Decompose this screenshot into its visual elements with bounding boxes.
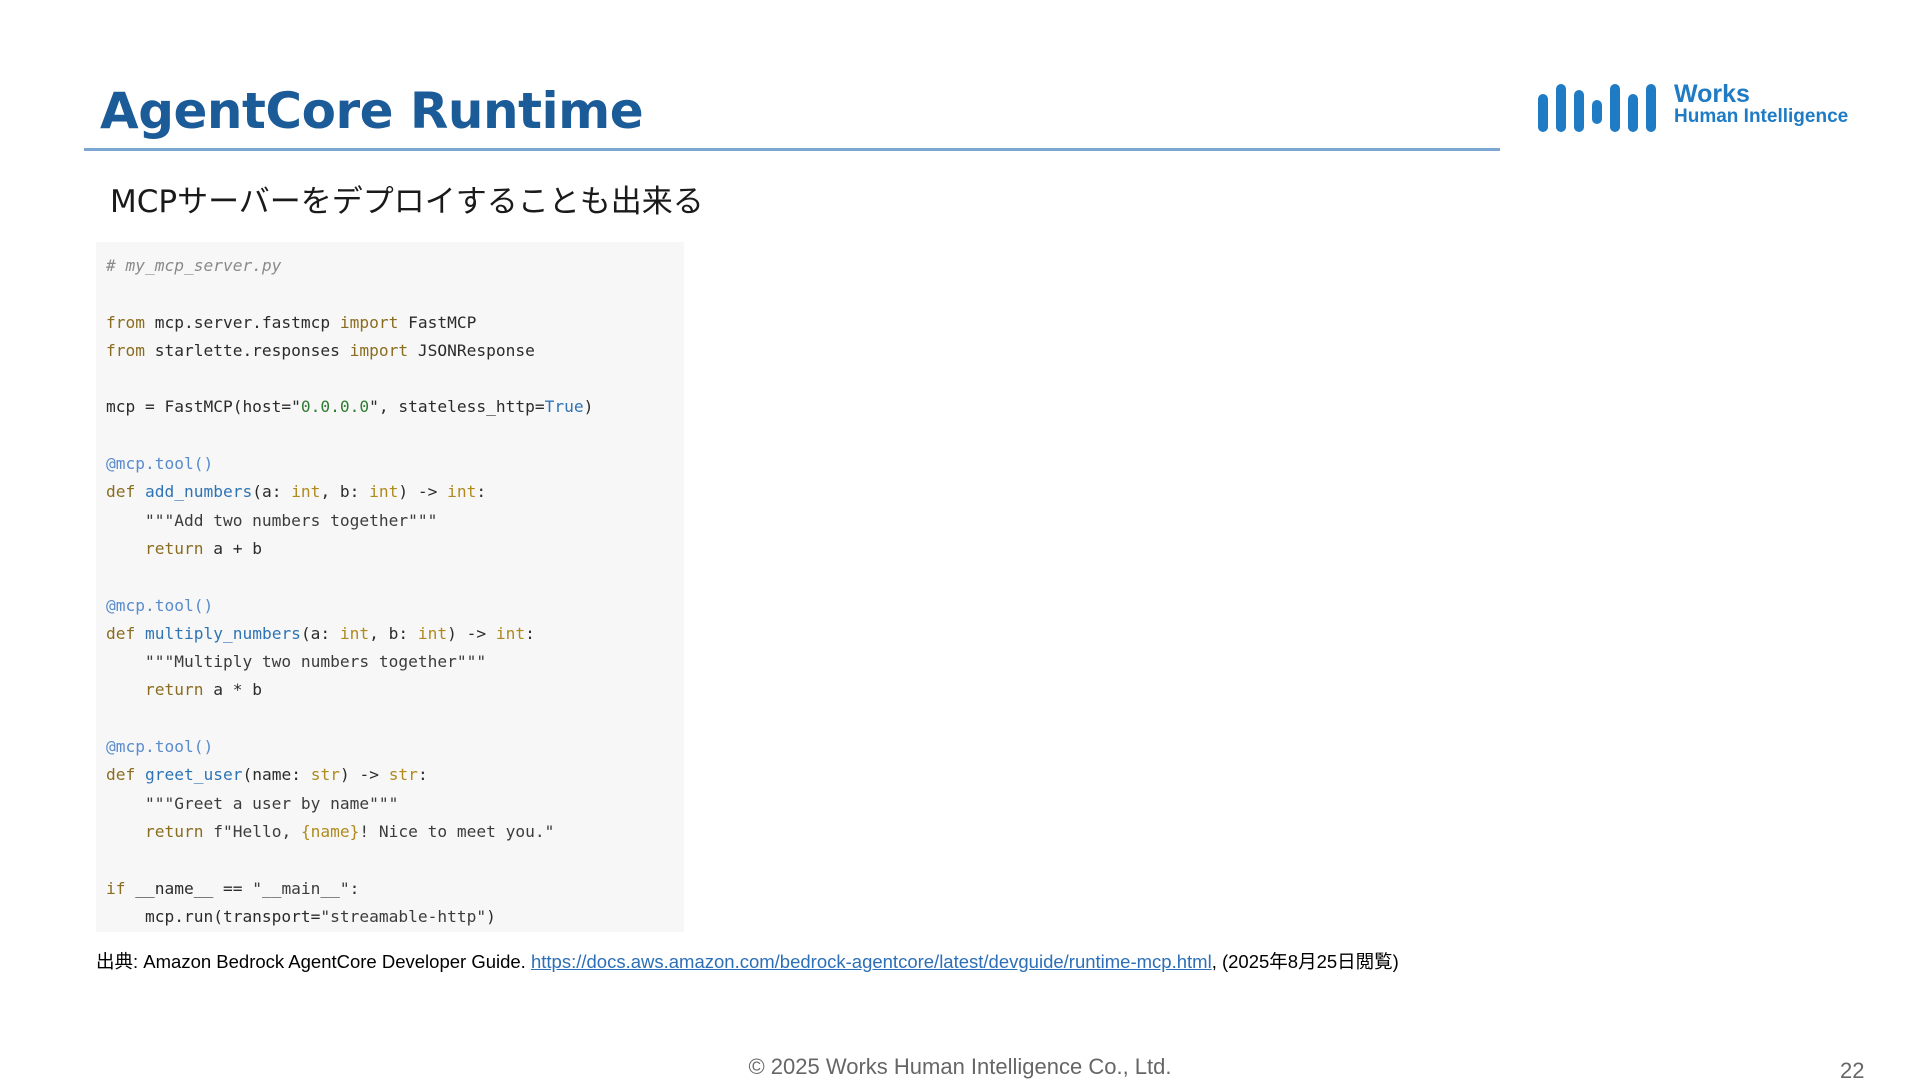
code-line: @mcp.tool() bbox=[106, 737, 214, 757]
code-line: # my_mcp_server.py bbox=[106, 256, 282, 275]
source-suffix: , (2025年8月25日閲覧) bbox=[1211, 951, 1399, 972]
source-citation: 出典: Amazon Bedrock AgentCore Developer G… bbox=[96, 948, 1399, 974]
logo-subtitle: Human Intelligence bbox=[1674, 106, 1849, 127]
code-line: def add_numbers(a: int, b: int) -> int: bbox=[106, 482, 487, 502]
code-line: def greet_user(name: str) -> str: bbox=[106, 765, 428, 785]
code-line: """Multiply two numbers together""" bbox=[144, 652, 487, 672]
code-line: return a * b bbox=[144, 680, 262, 700]
code-line: return f"Hello, {name}! Nice to meet you… bbox=[144, 821, 555, 841]
source-prefix: 出典: Amazon Bedrock AgentCore Developer G… bbox=[96, 951, 531, 972]
code-line: if __name__ == "__main__": bbox=[106, 878, 360, 898]
logo-bars-icon bbox=[1538, 84, 1656, 132]
code-line: mcp.run(transport="streamable-http") bbox=[106, 906, 496, 926]
source-link[interactable]: https://docs.aws.amazon.com/bedrock-agen… bbox=[531, 951, 1212, 972]
code-line: """Add two numbers together""" bbox=[144, 510, 438, 530]
code-line: @mcp.tool() bbox=[106, 595, 214, 615]
code-line: from mcp.server.fastmcp import FastMCP bbox=[106, 312, 477, 332]
title-divider bbox=[84, 148, 1500, 151]
code-line: return a + b bbox=[144, 538, 262, 558]
code-block: # my_mcp_server.py from mcp.server.fastm… bbox=[96, 242, 684, 932]
code-line: mcp = FastMCP(host="0.0.0.0", stateless_… bbox=[106, 397, 594, 417]
code-line: def multiply_numbers(a: int, b: int) -> … bbox=[106, 623, 535, 643]
code-line: @mcp.tool() bbox=[106, 454, 214, 474]
company-logo: Works Human Intelligence bbox=[1538, 80, 1858, 136]
slide-title: AgentCore Runtime bbox=[100, 82, 644, 140]
code-listing: # my_mcp_server.py from mcp.server.fastm… bbox=[106, 252, 684, 931]
slide: AgentCore Runtime Works Human Intelligen… bbox=[0, 0, 1920, 1083]
slide-subtitle: MCPサーバーをデプロイすることも出来る bbox=[110, 184, 704, 220]
code-line: """Greet a user by name""" bbox=[144, 793, 399, 813]
code-line: from starlette.responses import JSONResp… bbox=[106, 340, 535, 360]
page-number: 22 bbox=[1840, 1058, 1865, 1083]
copyright-footer: © 2025 Works Human Intelligence Co., Ltd… bbox=[748, 1054, 1172, 1079]
logo-wordmark: Works bbox=[1674, 80, 1750, 108]
